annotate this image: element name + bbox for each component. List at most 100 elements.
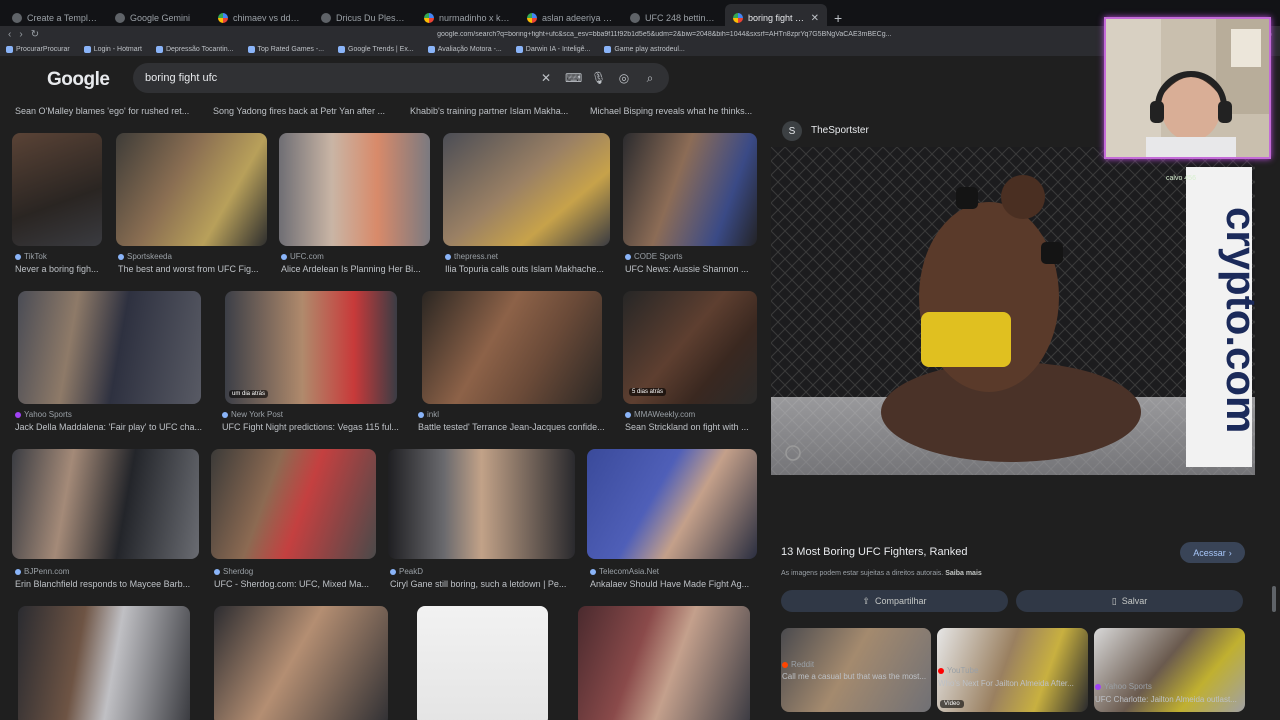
result-image[interactable] <box>422 291 602 404</box>
reload-icon[interactable]: ↻ <box>31 29 39 40</box>
related-title[interactable]: Call me a casual but that was the most..… <box>782 672 932 681</box>
result-image[interactable] <box>587 449 757 559</box>
source-favicon <box>15 411 21 418</box>
result-title[interactable]: Sean Strickland on fight with ... <box>625 422 757 432</box>
result-title[interactable]: UFC - Sherdog.com: UFC, Mixed Ma... <box>214 579 379 589</box>
result-title[interactable]: Song Yadong fires back at Petr Yan after… <box>213 106 393 116</box>
source-favicon <box>625 411 631 418</box>
bookmark-item[interactable]: Avaliação Motora -... <box>427 45 502 53</box>
url-field[interactable]: google.com/search?q=boring+fight+ufc&sca… <box>437 31 1207 38</box>
result-source: UFC.com <box>281 252 324 261</box>
result-title[interactable]: Jack Della Maddalena: 'Fair play' to UFC… <box>15 422 205 432</box>
result-source: Sportskeeda <box>118 252 172 261</box>
search-box[interactable]: boring fight ufc ✕ ⌨ 🎙︎ ◎ ⌕ <box>133 63 669 93</box>
result-image[interactable]: 5 dias atrás <box>623 291 757 404</box>
tierlist-icon <box>12 13 22 23</box>
result-image[interactable] <box>417 606 548 720</box>
result-title[interactable]: Khabib's training partner Islam Makha... <box>410 106 580 116</box>
google-logo[interactable]: Google <box>47 69 110 91</box>
result-image[interactable]: um dia atrás <box>225 291 397 404</box>
webcam-overlay <box>1104 17 1271 159</box>
bookmark-item[interactable]: Darwin IA - Inteligê... <box>515 45 590 53</box>
clear-icon[interactable]: ✕ <box>539 71 553 85</box>
bookmarks-bar: ProcurarProcurar Login - Hotmart Depress… <box>0 42 1280 56</box>
visit-button[interactable]: Acessar › <box>1180 542 1245 563</box>
bookmark-icon <box>247 45 255 53</box>
result-image[interactable] <box>388 449 575 559</box>
reddit-icon <box>782 661 788 668</box>
search-icon[interactable]: ⌕ <box>643 71 657 86</box>
result-image[interactable] <box>18 606 190 720</box>
share-icon: ⇪ <box>862 595 870 606</box>
source-favicon <box>15 253 21 260</box>
close-tab-icon[interactable]: ✕ <box>811 13 819 24</box>
bookmark-icon <box>604 45 612 53</box>
bookmark-item[interactable]: Game play astrodeul... <box>604 45 685 53</box>
bookmark-item[interactable]: Depressão Tocantin... <box>155 45 234 53</box>
time-badge: 5 dias atrás <box>629 388 667 396</box>
related-source: YouTube <box>938 666 978 675</box>
bookmark-icon <box>338 45 346 53</box>
chevron-right-icon: › <box>1228 547 1232 558</box>
bookmark-item[interactable]: Login - Hotmart <box>83 45 142 53</box>
microphone-icon[interactable]: 🎙︎ <box>591 71 606 85</box>
related-image[interactable] <box>781 628 931 712</box>
result-source: thepress.net <box>445 252 498 261</box>
keyboard-icon[interactable]: ⌨ <box>565 71 582 85</box>
related-title[interactable]: Who's Next For Jailton Almeida After... <box>938 679 1088 688</box>
result-image[interactable] <box>12 449 199 559</box>
copyright-note: As imagens podem estar sujeitas a direit… <box>781 570 982 577</box>
lens-icon[interactable]: ◎ <box>617 71 631 85</box>
result-image[interactable] <box>443 133 610 246</box>
source-favicon <box>281 253 287 260</box>
result-image[interactable] <box>279 133 430 246</box>
result-image[interactable] <box>116 133 267 246</box>
result-image[interactable] <box>623 133 757 246</box>
result-source: BJPenn.com <box>15 567 69 576</box>
result-title[interactable]: Alice Ardelean Is Planning Her Bi... <box>281 264 431 274</box>
result-source: PeakD <box>390 567 423 576</box>
share-button[interactable]: ⇪ Compartilhar <box>781 590 1008 612</box>
source-favicon <box>390 568 396 575</box>
result-title[interactable]: UFC News: Aussie Shannon ... <box>625 264 757 274</box>
source-favicon <box>222 411 228 418</box>
bookmark-icon: ▯ <box>1111 595 1117 606</box>
panel-title[interactable]: 13 Most Boring UFC Fighters, Ranked <box>781 546 967 558</box>
result-source: TelecomAsia.Net <box>590 567 659 576</box>
save-button[interactable]: ▯ Salvar <box>1016 590 1243 612</box>
related-title[interactable]: UFC Charlotte: Jailton Almeida outlast..… <box>1095 695 1245 704</box>
related-source: Reddit <box>782 660 814 669</box>
result-title[interactable]: The best and worst from UFC Fig... <box>118 264 268 274</box>
result-title[interactable]: Michael Bisping reveals what he thinks..… <box>590 106 760 116</box>
bookmark-item[interactable]: ProcurarProcurar <box>6 45 70 53</box>
bookmark-item[interactable]: Top Rated Games -... <box>247 45 324 53</box>
back-icon[interactable]: ‹ <box>8 29 11 40</box>
yahoo-icon <box>1095 683 1101 690</box>
result-title[interactable]: Erin Blanchfield responds to Maycee Barb… <box>15 579 200 589</box>
result-title[interactable]: Sean O'Malley blames 'ego' for rushed re… <box>15 106 195 116</box>
bookmark-icon <box>155 45 163 53</box>
result-title[interactable]: Battle tested' Terrance Jean-Jacques con… <box>418 422 608 432</box>
bookmark-icon <box>427 45 435 53</box>
bookmark-item[interactable]: Google Trends | Ex... <box>338 45 414 53</box>
forward-icon[interactable]: › <box>19 29 22 40</box>
site-icon <box>630 13 640 23</box>
result-title[interactable]: Never a boring figh... <box>15 264 103 274</box>
result-image[interactable] <box>12 133 102 246</box>
result-image[interactable] <box>18 291 201 404</box>
preview-image[interactable]: crypto.com <box>771 147 1255 475</box>
panel-source[interactable]: TheSportster <box>811 125 869 136</box>
learn-more-link[interactable]: Saiba mais <box>945 570 982 577</box>
result-title[interactable]: UFC Fight Night predictions: Vegas 115 f… <box>222 422 402 432</box>
result-title[interactable]: Ciryl Gane still boring, such a letdown … <box>390 579 575 589</box>
result-image[interactable] <box>211 449 376 559</box>
related-source: Yahoo Sports <box>1095 682 1152 691</box>
result-image[interactable] <box>214 606 388 720</box>
result-title[interactable]: Ilia Topuria calls outs Islam Makhache..… <box>445 264 611 274</box>
source-favicon <box>118 253 124 260</box>
search-input[interactable]: boring fight ufc <box>145 72 527 84</box>
result-image[interactable] <box>578 606 750 720</box>
google-icon <box>424 13 434 23</box>
page-scrollbar[interactable] <box>1272 586 1276 612</box>
result-title[interactable]: Ankalaev Should Have Made Fight Ag... <box>590 579 757 589</box>
